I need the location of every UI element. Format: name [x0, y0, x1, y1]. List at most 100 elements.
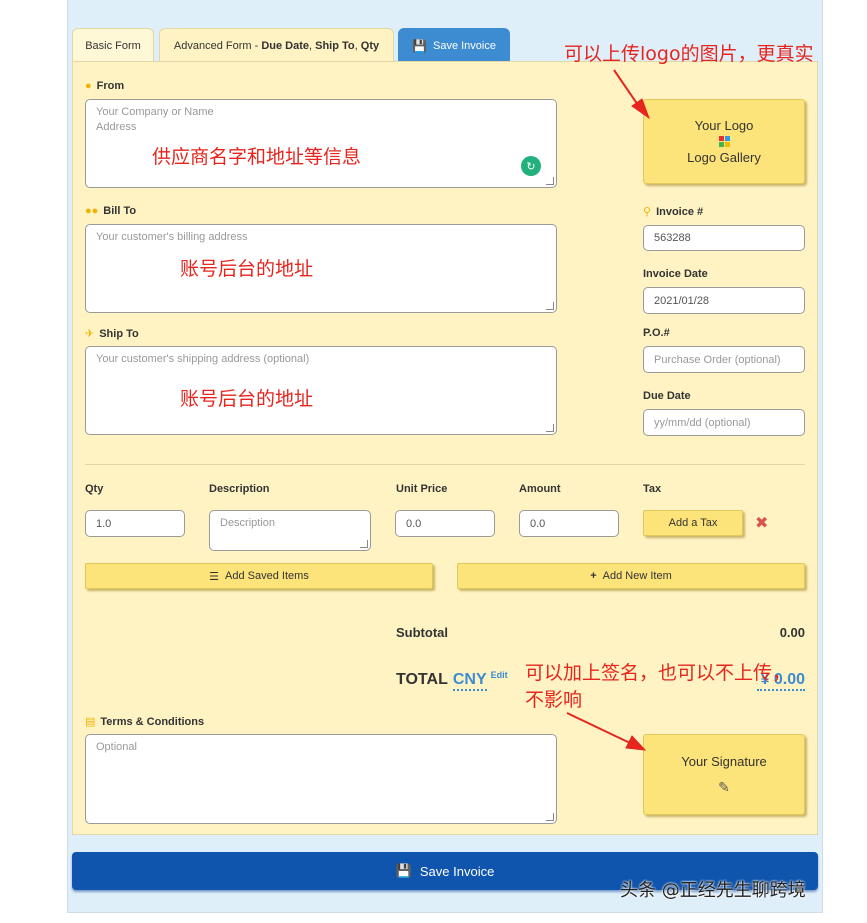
- tab-advanced-due-date: Due Date: [261, 39, 309, 52]
- from-placeholder-line2: Address: [96, 121, 137, 133]
- add-tax-button[interactable]: Add a Tax: [643, 510, 743, 536]
- qty-header-text: Qty: [85, 483, 104, 495]
- tab-basic-label: Basic Form: [85, 39, 141, 52]
- signature-label: Your Signature: [681, 753, 767, 769]
- add-new-item-button[interactable]: + Add New Item: [457, 563, 805, 589]
- invoice-number-value: 563288: [654, 232, 691, 244]
- user-icon: ●: [85, 80, 92, 92]
- resize-handle[interactable]: [546, 424, 554, 432]
- amount-header-text: Amount: [519, 483, 561, 495]
- po-placeholder: Purchase Order (optional): [654, 353, 781, 366]
- plane-icon: ✈: [85, 328, 95, 340]
- bill-to-textarea[interactable]: Your customer's billing address: [85, 224, 557, 313]
- document-icon: ▤: [85, 716, 96, 728]
- invoice-number-label-text: Invoice #: [656, 205, 704, 218]
- resize-handle[interactable]: [360, 540, 368, 548]
- invoice-date-label-text: Invoice Date: [643, 268, 708, 280]
- currency-selector[interactable]: CNY: [452, 671, 487, 691]
- add-new-item-label: Add New Item: [602, 570, 672, 582]
- save-icon: 💾: [412, 38, 427, 53]
- tab-advanced-ship-to: Ship To: [315, 39, 355, 52]
- invoice-number-input[interactable]: 563288: [643, 225, 805, 251]
- qty-header: Qty: [85, 483, 103, 495]
- terms-placeholder: Optional: [96, 741, 137, 753]
- add-saved-items-label: Add Saved Items: [225, 570, 309, 582]
- unit-price-header: Unit Price: [396, 483, 447, 495]
- ship-to-label: ✈ Ship To: [85, 327, 139, 341]
- add-saved-items-button[interactable]: ☰ Add Saved Items: [85, 563, 433, 589]
- logo-upload-button[interactable]: Your Logo Logo Gallery: [643, 99, 805, 184]
- unit-price-value: 0.0: [406, 517, 422, 530]
- amount-input[interactable]: 0.0: [519, 510, 619, 537]
- tax-header: Tax: [643, 483, 661, 495]
- invoice-date-value: 2021/01/28: [654, 294, 710, 307]
- from-label-text: From: [96, 80, 125, 92]
- ship-to-placeholder: Your customer's shipping address (option…: [96, 353, 310, 365]
- remove-item-icon[interactable]: ✖: [755, 513, 768, 533]
- qty-input[interactable]: 1.0: [85, 510, 185, 537]
- edit-icon: ✎: [718, 778, 730, 795]
- total-label: TOTAL CNY Edit: [396, 670, 508, 691]
- gallery-icon: [718, 136, 730, 147]
- tab-advanced-prefix: Advanced Form -: [173, 39, 262, 52]
- list-icon: ☰: [209, 570, 220, 583]
- plus-icon: +: [590, 570, 597, 582]
- resize-handle[interactable]: [546, 177, 554, 185]
- due-date-placeholder: yy/mm/dd (optional): [654, 416, 751, 429]
- annotation-bill-to: 账号后台的地址: [180, 258, 314, 280]
- resize-handle[interactable]: [546, 813, 554, 821]
- currency-edit-link[interactable]: Edit: [491, 670, 508, 680]
- grammar-check-icon[interactable]: ↻: [521, 156, 541, 176]
- unit-price-header-text: Unit Price: [396, 483, 448, 495]
- tax-header-text: Tax: [643, 483, 662, 495]
- annotation-signature-line1: 可以加上签名，也可以不上传，: [525, 662, 792, 684]
- amount-value: 0.0: [530, 517, 546, 530]
- terms-label-text: Terms & Conditions: [100, 715, 205, 728]
- save-invoice-label: Save Invoice: [419, 863, 495, 879]
- annotation-logo: 可以上传logo的图片，更真实: [564, 43, 814, 65]
- from-placeholder-line1: Your Company or Name: [96, 106, 214, 118]
- tab-basic-form[interactable]: Basic Form: [72, 28, 154, 62]
- tab-advanced-label: Advanced Form - Due Date, Ship To, Qty: [174, 40, 379, 52]
- annotation-from: 供应商名字和地址等信息: [152, 146, 362, 168]
- po-label-text: P.O.#: [643, 327, 670, 339]
- due-date-label-text: Due Date: [643, 390, 691, 402]
- subtotal-value: 0.00: [779, 625, 805, 640]
- amount-header: Amount: [519, 483, 561, 495]
- description-textarea[interactable]: Description: [209, 510, 371, 551]
- due-date-input[interactable]: yy/mm/dd (optional): [643, 409, 805, 436]
- ship-to-textarea[interactable]: Your customer's shipping address (option…: [85, 346, 557, 435]
- signature-button[interactable]: Your Signature ✎: [643, 734, 805, 815]
- tab-save-invoice[interactable]: 💾 Save Invoice: [398, 28, 510, 62]
- terms-label: ▤ Terms & Conditions: [85, 715, 205, 729]
- subtotal-label: Subtotal: [396, 625, 448, 640]
- from-label: ● From: [85, 80, 124, 92]
- unit-price-input[interactable]: 0.0: [395, 510, 495, 537]
- logo-gallery-link[interactable]: Logo Gallery: [687, 150, 761, 165]
- qty-value: 1.0: [96, 517, 112, 530]
- po-label: P.O.#: [643, 327, 670, 339]
- description-header-text: Description: [209, 483, 270, 495]
- description-header: Description: [209, 483, 270, 495]
- users-icon: ●●: [85, 205, 99, 217]
- invoice-date-label: Invoice Date: [643, 268, 708, 280]
- tab-advanced-qty: Qty: [360, 39, 380, 52]
- description-placeholder: Description: [220, 517, 276, 529]
- add-tax-label: Add a Tax: [668, 517, 718, 529]
- tab-advanced-form[interactable]: Advanced Form - Due Date, Ship To, Qty: [159, 28, 394, 62]
- po-input[interactable]: Purchase Order (optional): [643, 346, 805, 373]
- invoice-number-label: ⚲ Invoice #: [643, 205, 704, 219]
- due-date-label: Due Date: [643, 390, 691, 402]
- logo-title: Your Logo: [694, 118, 754, 133]
- resize-handle[interactable]: [546, 302, 554, 310]
- tab-save-label: Save Invoice: [432, 39, 496, 52]
- invoice-page: Basic Form Advanced Form - Due Date, Shi…: [0, 0, 867, 923]
- bill-to-label-text: Bill To: [103, 205, 137, 217]
- invoice-date-input[interactable]: 2021/01/28: [643, 287, 805, 314]
- total-label-text: TOTAL: [396, 671, 448, 688]
- terms-textarea[interactable]: Optional: [85, 734, 557, 824]
- section-divider: [85, 464, 805, 465]
- bill-to-label: ●● Bill To: [85, 205, 136, 217]
- save-icon: 💾: [395, 863, 412, 878]
- annotation-signature-line2: 不影响: [525, 689, 583, 711]
